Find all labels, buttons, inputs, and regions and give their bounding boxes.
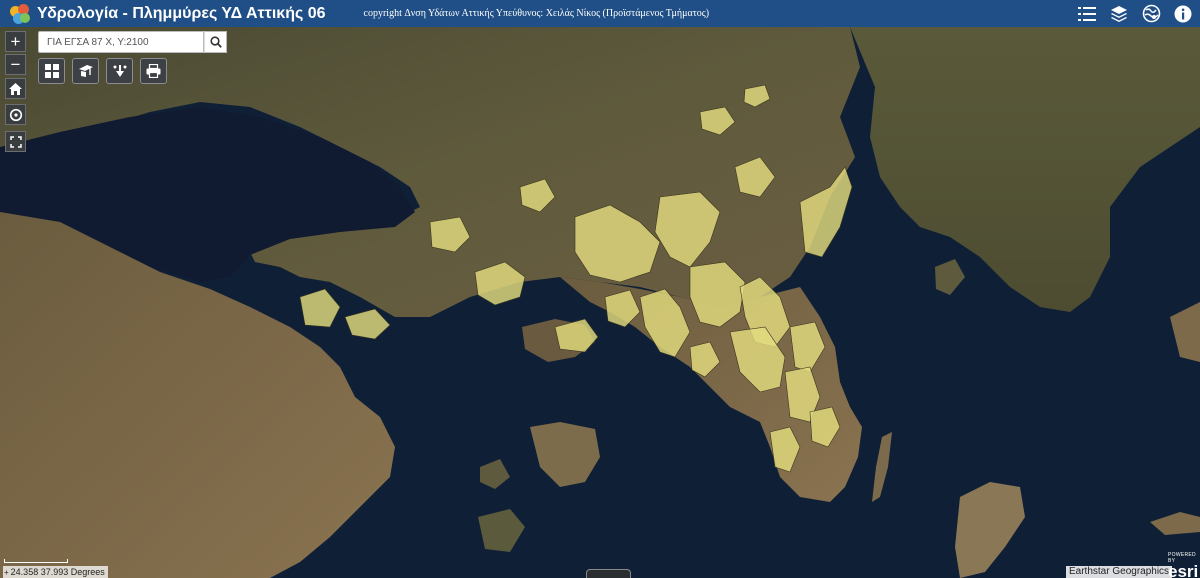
coordinate-search-input[interactable] <box>38 31 204 53</box>
draw-tool-icon <box>78 65 93 77</box>
about-info-icon[interactable] <box>1172 3 1194 25</box>
attribute-table-toggle[interactable] <box>586 569 631 578</box>
print-button[interactable] <box>140 58 167 84</box>
coordinate-search <box>38 31 227 53</box>
draw-button[interactable] <box>72 58 99 84</box>
esri-brand-text: esri <box>1168 562 1199 578</box>
dashboard-button[interactable] <box>38 58 65 84</box>
locate-icon <box>9 108 22 121</box>
print-icon <box>146 64 161 78</box>
layer-list-icon[interactable] <box>1076 3 1098 25</box>
home-button[interactable] <box>5 78 26 99</box>
measurement-tool-icon <box>113 65 126 77</box>
satellite-map[interactable] <box>0 27 1200 578</box>
search-icon <box>209 36 222 48</box>
coordinate-readout: +24.358 37.993 Degrees <box>3 566 108 578</box>
app-title: Υδρολογία - Πλημμύρες ΥΔ Αττικής 06 <box>37 4 326 22</box>
map-attribution: Earthstar Geographics <box>1066 566 1173 578</box>
esri-logo[interactable]: POWERED BY esri <box>1168 552 1200 578</box>
coordinate-plus-icon: + <box>4 568 9 577</box>
scale-bar <box>4 553 68 563</box>
coordinate-value: 24.358 37.993 Degrees <box>10 567 105 577</box>
dashboard-grid-icon <box>44 64 59 78</box>
copyright-text: copyright Δνση Υδάτων Αττικής Υπεύθυνος:… <box>363 8 710 19</box>
fullscreen-icon <box>9 135 22 148</box>
fullscreen-button[interactable] <box>5 131 26 152</box>
search-button[interactable] <box>204 31 227 53</box>
layers-stack-icon[interactable] <box>1108 3 1130 25</box>
my-location-button[interactable] <box>5 104 26 125</box>
measurement-button[interactable] <box>106 58 133 84</box>
zoom-in-button[interactable]: + <box>5 31 26 52</box>
app-logo-icon <box>9 3 31 25</box>
map-application: Υδρολογία - Πλημμύρες ΥΔ Αττικής 06 copy… <box>0 0 1200 578</box>
app-header: Υδρολογία - Πλημμύρες ΥΔ Αττικής 06 copy… <box>0 0 1200 27</box>
zoom-control: + − <box>5 31 26 75</box>
widget-toolbar <box>38 58 167 84</box>
zoom-out-button[interactable]: − <box>5 54 26 75</box>
basemap-gallery-icon[interactable] <box>1140 3 1162 25</box>
home-icon <box>9 82 22 95</box>
